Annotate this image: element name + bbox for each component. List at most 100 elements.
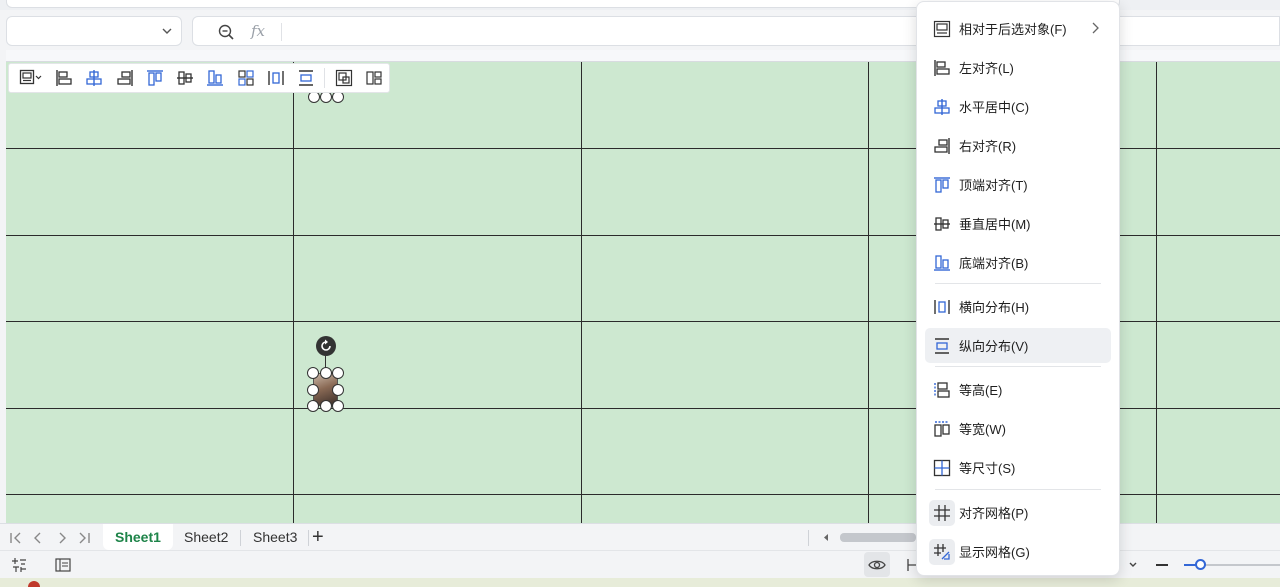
align-top-button[interactable] [140,65,170,91]
menu-item-show-grid[interactable]: 显示网格(G) [925,534,1111,569]
grid-line [868,62,869,523]
group-button[interactable] [328,65,358,91]
menu-item-equal-width[interactable]: 等宽(W) [925,411,1111,446]
fx-label[interactable]: fx [251,22,265,40]
sheet-tab-3[interactable]: Sheet3 [241,524,309,550]
resize-handle[interactable] [307,367,319,379]
resize-handle[interactable] [320,367,332,379]
snap-to-grid-toggle [929,499,955,526]
menu-item-label: 垂直居中(M) [959,217,1031,232]
resize-handle[interactable] [332,400,344,412]
menu-item-relative-object[interactable]: 相对于后选对象(F) [925,11,1111,46]
reading-mode-button[interactable] [864,552,890,577]
distribute-vertical-button[interactable] [291,65,321,91]
ungroup-button[interactable] [359,65,389,91]
grid-line [581,62,582,523]
menu-item-label: 等尺寸(S) [959,461,1016,476]
last-sheet-icon[interactable] [76,530,92,546]
menu-item-label: 右对齐(R) [959,139,1017,154]
chevron-down-icon[interactable] [161,25,173,37]
sheet-view-icon[interactable] [54,556,72,574]
distribute-vertical-icon [935,337,949,354]
menu-item-align-left[interactable]: 左对齐(L) [925,50,1111,85]
taskbar-app-icon[interactable] [28,581,40,587]
toolbar-divider [324,68,326,88]
align-bottom-button[interactable] [200,65,230,91]
resize-handle[interactable] [320,400,332,412]
align-bottom-icon [207,70,224,86]
align-left-button[interactable] [49,65,79,91]
menu-divider [935,283,1101,284]
align-to-grid-button[interactable] [231,65,261,91]
align-center-horizontal-icon [86,70,102,86]
scroll-left-icon[interactable] [822,533,830,542]
object-align-dropdown-button[interactable] [13,65,49,91]
relative-object-icon [19,69,42,85]
rotate-icon [321,339,331,351]
snap-to-grid-icon [934,504,950,521]
align-middle-vertical-icon [934,216,950,231]
sheet-tab-2[interactable]: Sheet2 [172,524,240,550]
sheet-tab-1[interactable]: Sheet1 [103,524,173,550]
align-center-horizontal-icon [934,98,950,115]
resize-handle[interactable] [307,400,319,412]
menu-item-equal-size[interactable]: 等尺寸(S) [925,450,1111,485]
align-right-icon [116,70,133,86]
name-box[interactable] [6,16,182,46]
align-toolbar [8,63,390,93]
next-sheet-icon[interactable] [54,530,70,546]
resize-handle[interactable] [332,367,344,379]
menu-item-align-middle-vertical[interactable]: 垂直居中(M) [925,206,1111,241]
menu-item-label: 等宽(W) [959,422,1006,437]
previous-sheet-icon[interactable] [30,530,46,546]
zoom-slider-thumb[interactable] [1195,559,1206,570]
align-top-icon [146,70,163,86]
chevron-right-icon [1092,22,1099,34]
group-icon [335,69,352,87]
menu-item-align-center-horizontal[interactable]: 水平居中(C) [925,89,1111,124]
align-center-horizontal-button[interactable] [79,65,109,91]
equal-size-icon [933,459,951,476]
resize-handle[interactable] [307,384,319,396]
align-bottom-icon [934,254,950,271]
zoom-out-icon[interactable] [1154,557,1170,573]
rotate-handle[interactable] [316,336,336,356]
menu-item-align-top[interactable]: 顶端对齐(T) [925,167,1111,202]
menu-item-label: 对齐网格(P) [959,506,1029,521]
align-context-menu: 相对于后选对象(F) 左对齐(L) 水平居中(C) 右对齐(R) 顶端对齐(T)… [916,1,1120,576]
resize-handle[interactable] [332,384,344,396]
menu-divider [935,366,1101,367]
align-right-button[interactable] [109,65,139,91]
menu-item-label: 底端对齐(B) [959,256,1029,271]
equal-height-icon [934,381,950,398]
add-sheet-button[interactable]: + [312,527,324,547]
menu-item-label: 横向分布(H) [959,300,1030,315]
tab-divider [808,530,809,546]
tab-divider [308,530,309,546]
horizontal-scrollbar[interactable] [840,533,916,542]
menu-item-align-right[interactable]: 右对齐(R) [925,128,1111,163]
taskbar [0,578,1280,587]
chevron-down-icon[interactable] [1128,560,1138,570]
equal-width-icon [934,420,950,437]
distribute-horizontal-icon [934,299,950,314]
menu-item-align-bottom[interactable]: 底端对齐(B) [925,245,1111,280]
menu-item-equal-height[interactable]: 等高(E) [925,372,1111,407]
menu-item-distribute-vertical[interactable]: 纵向分布(V) [925,328,1111,363]
align-middle-vertical-icon [177,71,194,85]
formula-divider [281,23,282,41]
menu-item-snap-to-grid[interactable]: 对齐网格(P) [925,495,1111,530]
menu-divider [935,489,1101,490]
align-top-icon [934,176,950,193]
grid-line [1156,62,1157,523]
menu-item-label: 水平居中(C) [959,100,1030,115]
first-sheet-icon[interactable] [8,530,24,546]
zoom-icon[interactable] [217,23,235,41]
distribute-horizontal-button[interactable] [261,65,291,91]
menu-item-distribute-horizontal[interactable]: 横向分布(H) [925,289,1111,324]
align-middle-vertical-button[interactable] [170,65,200,91]
macro-icon[interactable] [10,556,28,574]
align-right-icon [934,137,950,154]
grid-align-icon [238,70,254,86]
show-grid-icon [934,543,950,560]
